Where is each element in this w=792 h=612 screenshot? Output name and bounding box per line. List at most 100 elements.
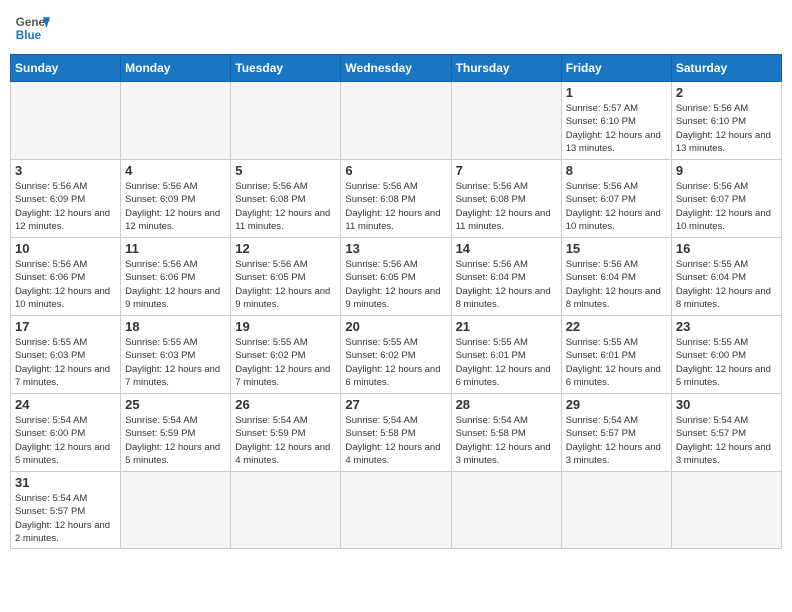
calendar-day-30: 30 Sunrise: 5:54 AM Sunset: 5:57 PM Dayli… bbox=[671, 394, 781, 472]
day-info: Sunrise: 5:54 AM Sunset: 5:58 PM Dayligh… bbox=[345, 414, 446, 467]
calendar-day-17: 17 Sunrise: 5:55 AM Sunset: 6:03 PM Dayli… bbox=[11, 316, 121, 394]
calendar-day-empty bbox=[561, 472, 671, 549]
calendar-day-18: 18Sunrise: 5:55 AM Sunset: 6:03 PM Dayli… bbox=[121, 316, 231, 394]
day-info: Sunrise: 5:56 AM Sunset: 6:08 PM Dayligh… bbox=[235, 180, 336, 233]
calendar-day-24: 24 Sunrise: 5:54 AM Sunset: 6:00 PM Dayli… bbox=[11, 394, 121, 472]
day-number: 19 bbox=[235, 319, 336, 334]
calendar-day-23: 23Sunrise: 5:55 AM Sunset: 6:00 PM Dayli… bbox=[671, 316, 781, 394]
day-number: 26 bbox=[235, 397, 336, 412]
svg-text:Blue: Blue bbox=[16, 29, 42, 42]
calendar-day-empty bbox=[671, 472, 781, 549]
generalblue-logo-icon: General Blue bbox=[14, 10, 50, 46]
day-info: Sunrise: 5:56 AM Sunset: 6:07 PM Dayligh… bbox=[676, 180, 777, 233]
calendar-day-31: 31 Sunrise: 5:54 AM Sunset: 5:57 PM Dayli… bbox=[11, 472, 121, 549]
day-info: Sunrise: 5:54 AM Sunset: 5:58 PM Dayligh… bbox=[456, 414, 557, 467]
day-info: Sunrise: 5:55 AM Sunset: 6:02 PM Dayligh… bbox=[345, 336, 446, 389]
calendar-day-empty bbox=[341, 82, 451, 160]
calendar-day-1: 1 Sunrise: 5:57 AM Sunset: 6:10 PM Daylig… bbox=[561, 82, 671, 160]
calendar-day-12: 12 Sunrise: 5:56 AM Sunset: 6:05 PM Dayli… bbox=[231, 238, 341, 316]
day-number: 11 bbox=[125, 241, 226, 256]
calendar-day-empty bbox=[451, 472, 561, 549]
day-info: Sunrise: 5:56 AM Sunset: 6:06 PM Dayligh… bbox=[15, 258, 116, 311]
day-info: Sunrise: 5:56 AM Sunset: 6:05 PM Dayligh… bbox=[345, 258, 446, 311]
calendar-day-29: 29Sunrise: 5:54 AM Sunset: 5:57 PM Dayli… bbox=[561, 394, 671, 472]
day-number: 5 bbox=[235, 163, 336, 178]
day-number: 22 bbox=[566, 319, 667, 334]
calendar-week-row: 3 Sunrise: 5:56 AM Sunset: 6:09 PM Daylig… bbox=[11, 160, 782, 238]
day-info: Sunrise: 5:57 AM Sunset: 6:10 PM Dayligh… bbox=[566, 102, 667, 155]
calendar-day-25: 25Sunrise: 5:54 AM Sunset: 5:59 PM Dayli… bbox=[121, 394, 231, 472]
calendar-day-3: 3 Sunrise: 5:56 AM Sunset: 6:09 PM Daylig… bbox=[11, 160, 121, 238]
calendar-day-empty bbox=[451, 82, 561, 160]
calendar-week-row: 1 Sunrise: 5:57 AM Sunset: 6:10 PM Daylig… bbox=[11, 82, 782, 160]
calendar-day-empty bbox=[121, 472, 231, 549]
day-number: 1 bbox=[566, 85, 667, 100]
day-number: 20 bbox=[345, 319, 446, 334]
day-number: 10 bbox=[15, 241, 116, 256]
weekday-header-sunday: Sunday bbox=[11, 55, 121, 82]
day-number: 30 bbox=[676, 397, 777, 412]
day-number: 3 bbox=[15, 163, 116, 178]
weekday-header-saturday: Saturday bbox=[671, 55, 781, 82]
calendar-day-4: 4Sunrise: 5:56 AM Sunset: 6:09 PM Daylig… bbox=[121, 160, 231, 238]
calendar-day-15: 15Sunrise: 5:56 AM Sunset: 6:04 PM Dayli… bbox=[561, 238, 671, 316]
day-info: Sunrise: 5:54 AM Sunset: 5:57 PM Dayligh… bbox=[676, 414, 777, 467]
calendar-week-row: 17 Sunrise: 5:55 AM Sunset: 6:03 PM Dayli… bbox=[11, 316, 782, 394]
day-number: 14 bbox=[456, 241, 557, 256]
calendar-day-14: 14Sunrise: 5:56 AM Sunset: 6:04 PM Dayli… bbox=[451, 238, 561, 316]
day-info: Sunrise: 5:55 AM Sunset: 6:03 PM Dayligh… bbox=[15, 336, 116, 389]
calendar-day-20: 20 Sunrise: 5:55 AM Sunset: 6:02 PM Dayli… bbox=[341, 316, 451, 394]
day-info: Sunrise: 5:56 AM Sunset: 6:07 PM Dayligh… bbox=[566, 180, 667, 233]
day-info: Sunrise: 5:54 AM Sunset: 5:59 PM Dayligh… bbox=[235, 414, 336, 467]
day-info: Sunrise: 5:56 AM Sunset: 6:04 PM Dayligh… bbox=[566, 258, 667, 311]
day-info: Sunrise: 5:54 AM Sunset: 5:57 PM Dayligh… bbox=[566, 414, 667, 467]
calendar-day-empty bbox=[231, 82, 341, 160]
day-number: 17 bbox=[15, 319, 116, 334]
day-info: Sunrise: 5:54 AM Sunset: 5:57 PM Dayligh… bbox=[15, 492, 116, 545]
day-number: 8 bbox=[566, 163, 667, 178]
day-number: 18 bbox=[125, 319, 226, 334]
calendar-day-13: 13Sunrise: 5:56 AM Sunset: 6:05 PM Dayli… bbox=[341, 238, 451, 316]
day-number: 24 bbox=[15, 397, 116, 412]
day-info: Sunrise: 5:56 AM Sunset: 6:08 PM Dayligh… bbox=[345, 180, 446, 233]
calendar-day-empty bbox=[231, 472, 341, 549]
day-number: 16 bbox=[676, 241, 777, 256]
weekday-header-tuesday: Tuesday bbox=[231, 55, 341, 82]
calendar-day-5: 5 Sunrise: 5:56 AM Sunset: 6:08 PM Daylig… bbox=[231, 160, 341, 238]
day-info: Sunrise: 5:56 AM Sunset: 6:09 PM Dayligh… bbox=[15, 180, 116, 233]
calendar-day-16: 16 Sunrise: 5:55 AM Sunset: 6:04 PM Dayli… bbox=[671, 238, 781, 316]
weekday-header-row: SundayMondayTuesdayWednesdayThursdayFrid… bbox=[11, 55, 782, 82]
day-info: Sunrise: 5:55 AM Sunset: 6:01 PM Dayligh… bbox=[456, 336, 557, 389]
day-info: Sunrise: 5:56 AM Sunset: 6:05 PM Dayligh… bbox=[235, 258, 336, 311]
day-info: Sunrise: 5:55 AM Sunset: 6:04 PM Dayligh… bbox=[676, 258, 777, 311]
weekday-header-friday: Friday bbox=[561, 55, 671, 82]
day-info: Sunrise: 5:55 AM Sunset: 6:00 PM Dayligh… bbox=[676, 336, 777, 389]
calendar-week-row: 31 Sunrise: 5:54 AM Sunset: 5:57 PM Dayli… bbox=[11, 472, 782, 549]
calendar-table: SundayMondayTuesdayWednesdayThursdayFrid… bbox=[10, 54, 782, 549]
page-header: General Blue bbox=[10, 10, 782, 46]
calendar-day-2: 2Sunrise: 5:56 AM Sunset: 6:10 PM Daylig… bbox=[671, 82, 781, 160]
calendar-day-empty bbox=[11, 82, 121, 160]
day-info: Sunrise: 5:56 AM Sunset: 6:08 PM Dayligh… bbox=[456, 180, 557, 233]
day-info: Sunrise: 5:54 AM Sunset: 6:00 PM Dayligh… bbox=[15, 414, 116, 467]
calendar-day-10: 10 Sunrise: 5:56 AM Sunset: 6:06 PM Dayli… bbox=[11, 238, 121, 316]
calendar-day-11: 11 Sunrise: 5:56 AM Sunset: 6:06 PM Dayli… bbox=[121, 238, 231, 316]
day-number: 31 bbox=[15, 475, 116, 490]
day-number: 12 bbox=[235, 241, 336, 256]
day-info: Sunrise: 5:54 AM Sunset: 5:59 PM Dayligh… bbox=[125, 414, 226, 467]
calendar-week-row: 24 Sunrise: 5:54 AM Sunset: 6:00 PM Dayli… bbox=[11, 394, 782, 472]
weekday-header-monday: Monday bbox=[121, 55, 231, 82]
weekday-header-wednesday: Wednesday bbox=[341, 55, 451, 82]
calendar-day-empty bbox=[341, 472, 451, 549]
day-info: Sunrise: 5:56 AM Sunset: 6:09 PM Dayligh… bbox=[125, 180, 226, 233]
day-number: 21 bbox=[456, 319, 557, 334]
day-info: Sunrise: 5:55 AM Sunset: 6:01 PM Dayligh… bbox=[566, 336, 667, 389]
calendar-week-row: 10 Sunrise: 5:56 AM Sunset: 6:06 PM Dayli… bbox=[11, 238, 782, 316]
calendar-day-6: 6Sunrise: 5:56 AM Sunset: 6:08 PM Daylig… bbox=[341, 160, 451, 238]
calendar-day-empty bbox=[121, 82, 231, 160]
day-number: 9 bbox=[676, 163, 777, 178]
calendar-day-21: 21 Sunrise: 5:55 AM Sunset: 6:01 PM Dayli… bbox=[451, 316, 561, 394]
calendar-day-27: 27Sunrise: 5:54 AM Sunset: 5:58 PM Dayli… bbox=[341, 394, 451, 472]
day-number: 28 bbox=[456, 397, 557, 412]
day-info: Sunrise: 5:56 AM Sunset: 6:06 PM Dayligh… bbox=[125, 258, 226, 311]
